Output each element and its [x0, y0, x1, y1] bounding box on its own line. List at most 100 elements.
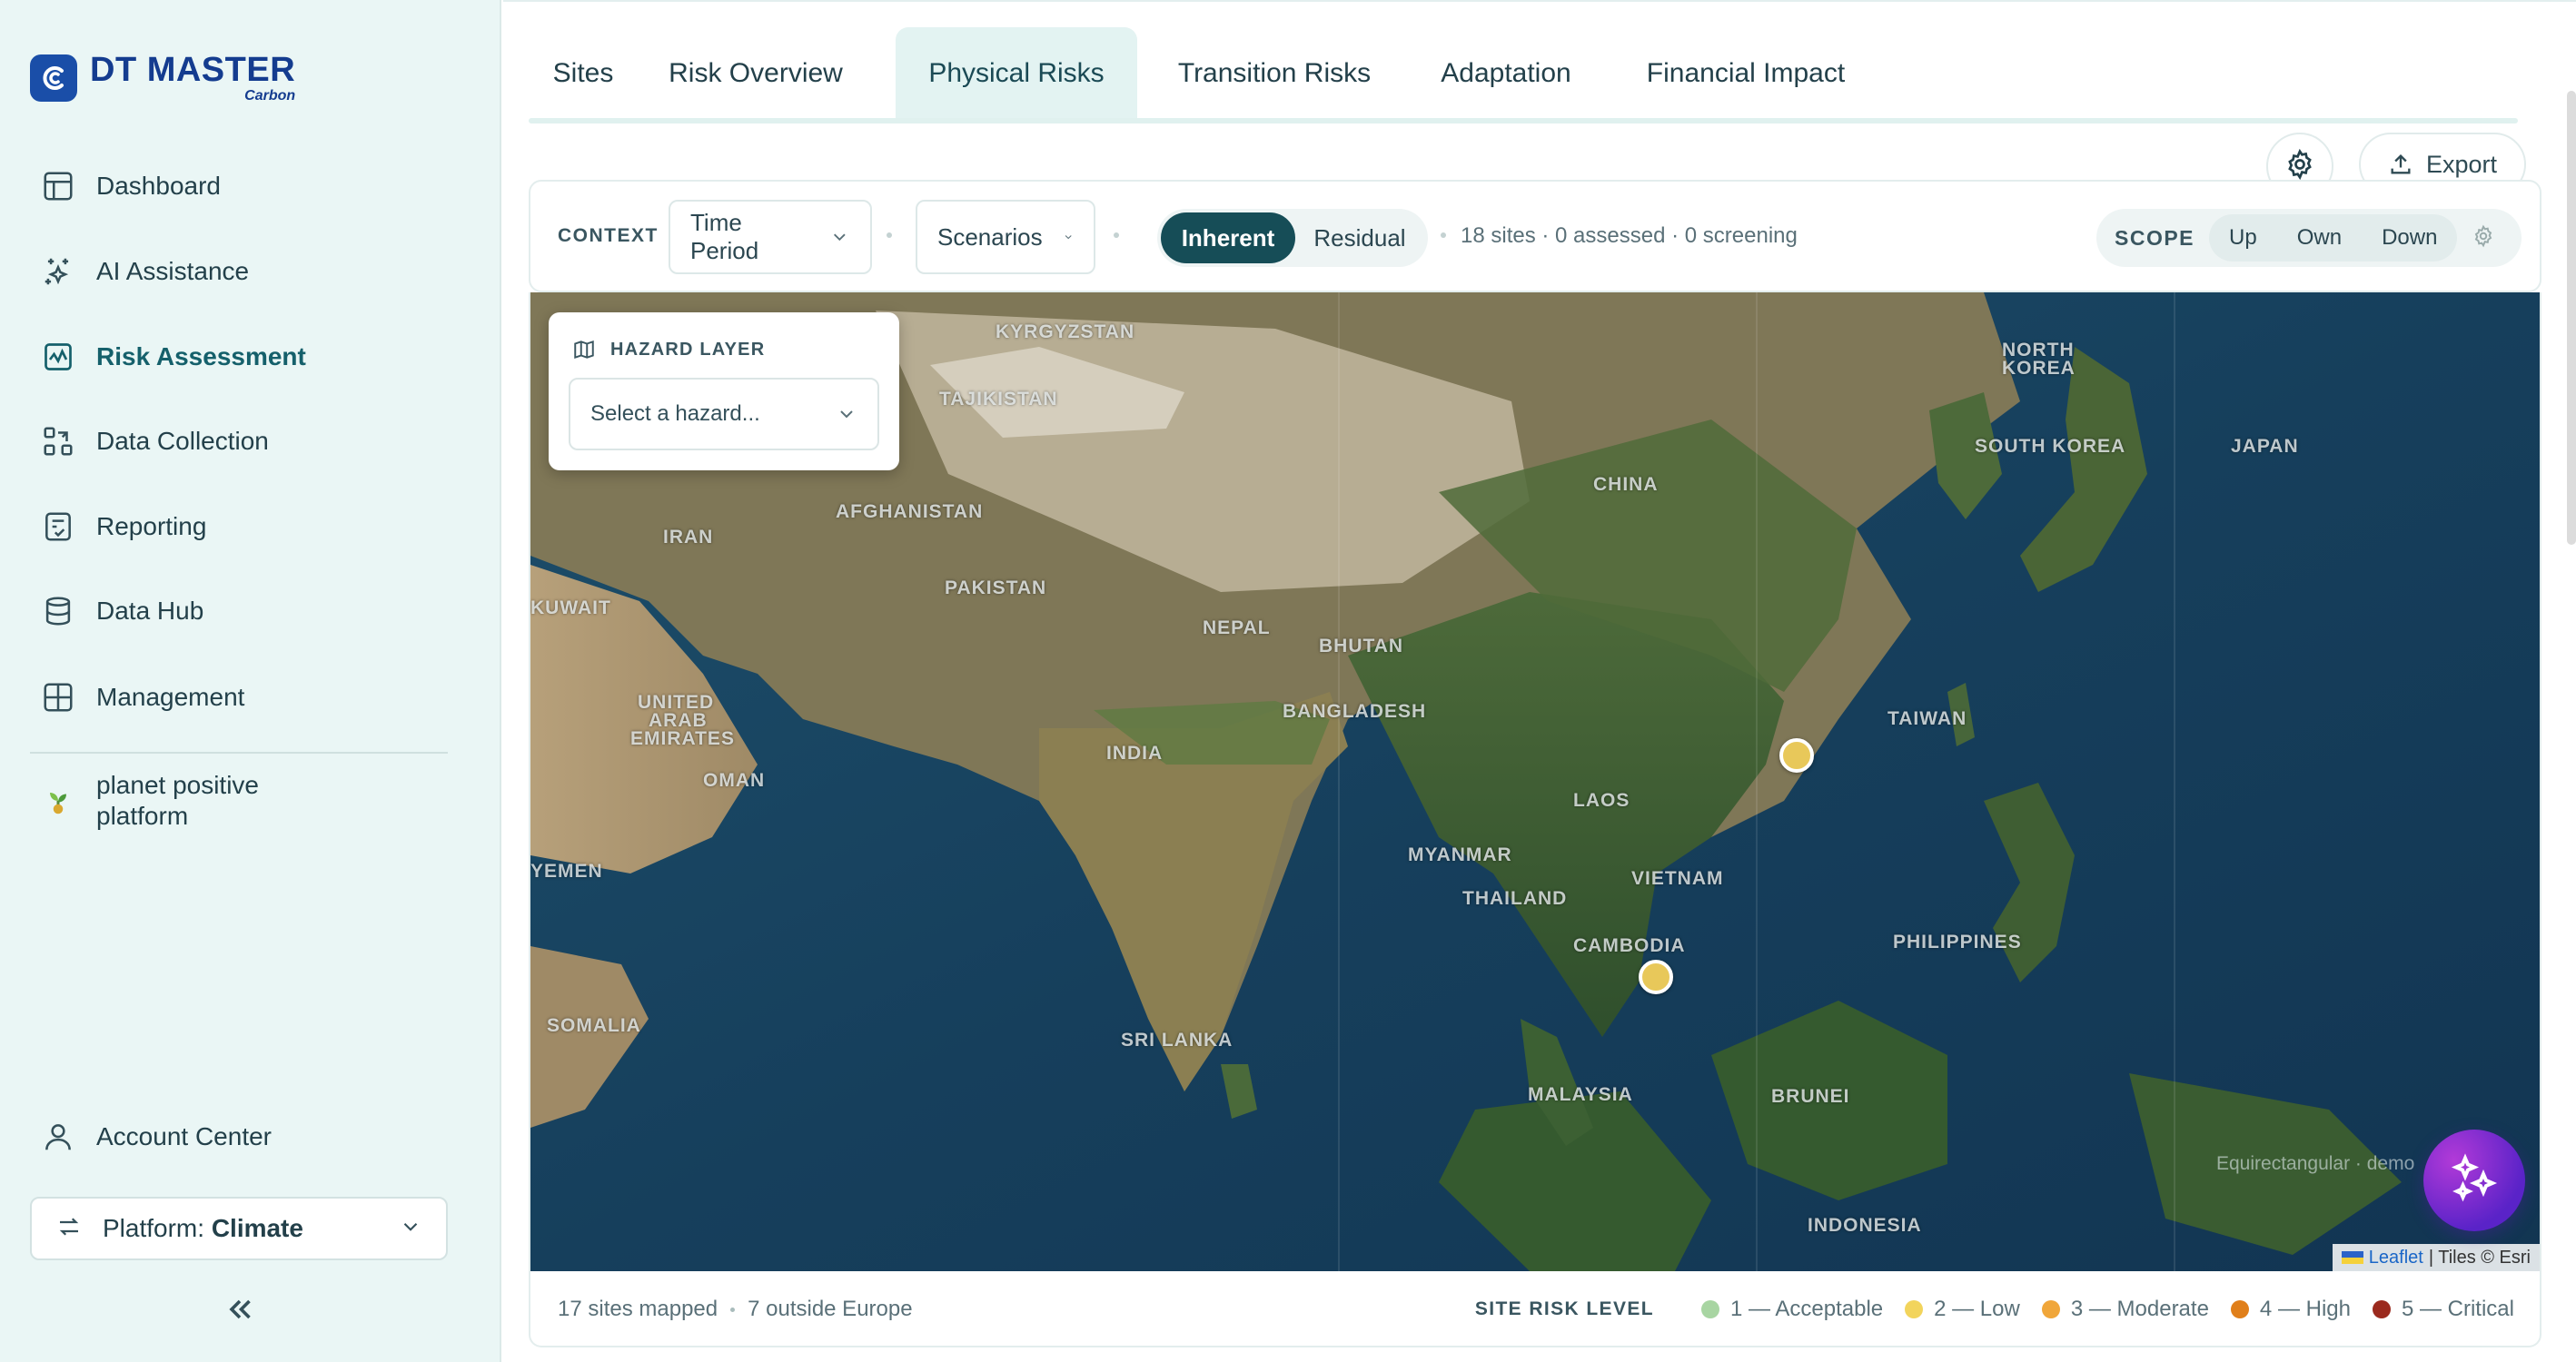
risk-level-legend: SITE RISK LEVEL 1 — Acceptable 2 — Low 3… — [1475, 1297, 2514, 1322]
map-label: TAIWAN — [1887, 708, 1967, 729]
context-label: CONTEXT — [558, 225, 659, 246]
database-icon — [40, 593, 76, 629]
map-label: LAOS — [1573, 790, 1630, 811]
sparkles-icon — [40, 253, 76, 290]
layout-icon — [40, 168, 76, 204]
scope-own[interactable]: Own — [2277, 214, 2362, 262]
scope-down[interactable]: Down — [2362, 214, 2457, 262]
chevron-down-icon — [834, 233, 847, 242]
risk-basis-toggle: Inherent Residual — [1157, 209, 1428, 267]
tab-physical-risks[interactable]: Physical Risks — [896, 27, 1137, 120]
legend-item-acceptable: 1 — Acceptable — [1701, 1297, 1883, 1322]
map-label: YEMEN — [530, 861, 603, 882]
hazard-select-placeholder: Select a hazard... — [590, 401, 760, 426]
account-center-link[interactable]: Account Center — [40, 1110, 458, 1164]
sidebar-item-label: Risk Assessment — [96, 342, 306, 370]
user-icon — [40, 1119, 76, 1155]
map-label: KUWAIT — [530, 597, 611, 618]
tab-transition-risks[interactable]: Transition Risks — [1152, 27, 1397, 120]
map-label: EMIRATES — [630, 728, 735, 749]
brand-mark-icon — [30, 54, 77, 102]
scenarios-dropdown[interactable]: Scenarios — [916, 200, 1095, 274]
sidebar-item-dashboard[interactable]: Dashboard — [40, 159, 458, 213]
scrollbar[interactable] — [2567, 91, 2576, 545]
partner-name-line2: platform — [96, 802, 189, 830]
map-label: CAMBODIA — [1573, 935, 1686, 956]
sites-mapped-count: 17 sites mapped — [558, 1297, 718, 1321]
legend-item-high: 4 — High — [2230, 1297, 2351, 1322]
brand-title: DT MASTER — [90, 51, 296, 89]
sidebar-item-label: Reporting — [96, 512, 207, 540]
tab-financial-impact[interactable]: Financial Impact — [1619, 27, 1873, 120]
toggle-residual[interactable]: Residual — [1295, 212, 1424, 263]
platform-switcher[interactable]: Platform: Climate — [30, 1197, 448, 1260]
map-label: BANGLADESH — [1283, 701, 1427, 722]
scope-label: SCOPE — [2115, 225, 2195, 250]
sidebar-item-reporting[interactable]: Reporting — [40, 499, 458, 554]
partner-name-line1: planet positive — [96, 771, 260, 800]
export-label: Export — [2425, 150, 2498, 178]
sidebar-item-data-collection[interactable]: Data Collection — [40, 414, 458, 469]
hazard-layer-title: HAZARD LAYER — [610, 339, 766, 360]
scope-up[interactable]: Up — [2209, 214, 2277, 262]
tab-adaptation[interactable]: Adaptation — [1410, 27, 1602, 120]
sidebar-item-label: Management — [96, 683, 245, 711]
leaflet-link[interactable]: Leaflet — [2369, 1248, 2423, 1268]
map-label: NEPAL — [1203, 617, 1271, 638]
platform-value: Climate — [211, 1214, 303, 1242]
sidebar-item-label: Dashboard — [96, 172, 221, 200]
scope-settings-gear-icon[interactable] — [2472, 224, 2495, 252]
swap-icon — [55, 1213, 83, 1245]
sidebar-item-management[interactable]: Management — [40, 670, 458, 725]
brand-subtitle: Carbon — [244, 88, 296, 104]
map-label: KYRGYZSTAN — [996, 321, 1135, 342]
sidebar-item-data-hub[interactable]: Data Hub — [40, 584, 458, 638]
legend-item-critical: 5 — Critical — [2372, 1297, 2514, 1322]
projection-note: Equirectangular · demo — [2216, 1153, 2415, 1174]
legend-item-low: 2 — Low — [1905, 1297, 2020, 1322]
main-content: Sites Risk Overview Physical Risks Trans… — [503, 0, 2576, 1362]
report-check-icon — [40, 508, 76, 545]
sidebar-item-ai-assistance[interactable]: AI Assistance — [40, 244, 458, 299]
sidebar-item-label: AI Assistance — [96, 257, 250, 285]
map-footer: 17 sites mapped 7 outside Europe SITE RI… — [529, 1271, 2541, 1347]
hazard-select[interactable]: Select a hazard... — [569, 378, 879, 450]
map-label: MALAYSIA — [1528, 1084, 1633, 1105]
grid-icon — [40, 679, 76, 716]
tab-sites[interactable]: Sites — [529, 27, 638, 120]
collapse-sidebar-button[interactable] — [218, 1289, 262, 1333]
map-label: IRAN — [663, 527, 714, 548]
site-marker[interactable] — [1779, 738, 1814, 773]
map-label: SOMALIA — [547, 1015, 641, 1036]
upload-icon — [2391, 154, 2411, 174]
map-label: SRI LANKA — [1121, 1030, 1234, 1051]
map-label: MYANMAR — [1408, 844, 1512, 865]
tiles-credit: | Tiles © Esri — [2428, 1247, 2531, 1268]
map-label: CHINA — [1593, 474, 1659, 495]
map-label: OMAN — [703, 770, 766, 791]
sparkles-icon — [2447, 1151, 2502, 1210]
sidebar-divider — [30, 752, 448, 754]
tab-risk-overview[interactable]: Risk Overview — [642, 27, 869, 120]
account-center-label: Account Center — [96, 1122, 272, 1150]
context-bar: CONTEXT Time Period Scenarios Inherent R… — [529, 180, 2541, 292]
sidebar-item-label: Data Collection — [96, 427, 269, 455]
map-label: BHUTAN — [1319, 636, 1404, 656]
map-label: VIETNAM — [1631, 868, 1724, 889]
toggle-inherent[interactable]: Inherent — [1161, 212, 1295, 263]
ai-assistant-fab[interactable] — [2423, 1130, 2525, 1231]
map-label: KOREA — [2002, 358, 2076, 379]
sidebar: DT MASTER Carbon Dashboard AI Assistance… — [0, 0, 501, 1362]
site-marker[interactable] — [1639, 960, 1673, 994]
map-attribution: Leaflet | Tiles © Esri — [2332, 1244, 2540, 1271]
time-period-dropdown[interactable]: Time Period — [669, 200, 872, 274]
brand-logo[interactable]: DT MASTER Carbon — [30, 51, 295, 105]
chevrons-left-icon — [223, 1293, 256, 1330]
sidebar-item-planet-positive[interactable]: planet positive platform — [40, 765, 458, 837]
risk-map[interactable]: KYRGYZSTAN TAJIKISTAN NORTH KOREA SOUTH … — [529, 292, 2541, 1271]
sprout-icon — [40, 783, 76, 819]
map-label: PAKISTAN — [945, 577, 1047, 598]
sidebar-item-risk-assessment[interactable]: Risk Assessment — [40, 330, 458, 384]
map-label: INDIA — [1106, 743, 1164, 764]
map-label: AFGHANISTAN — [836, 501, 984, 522]
